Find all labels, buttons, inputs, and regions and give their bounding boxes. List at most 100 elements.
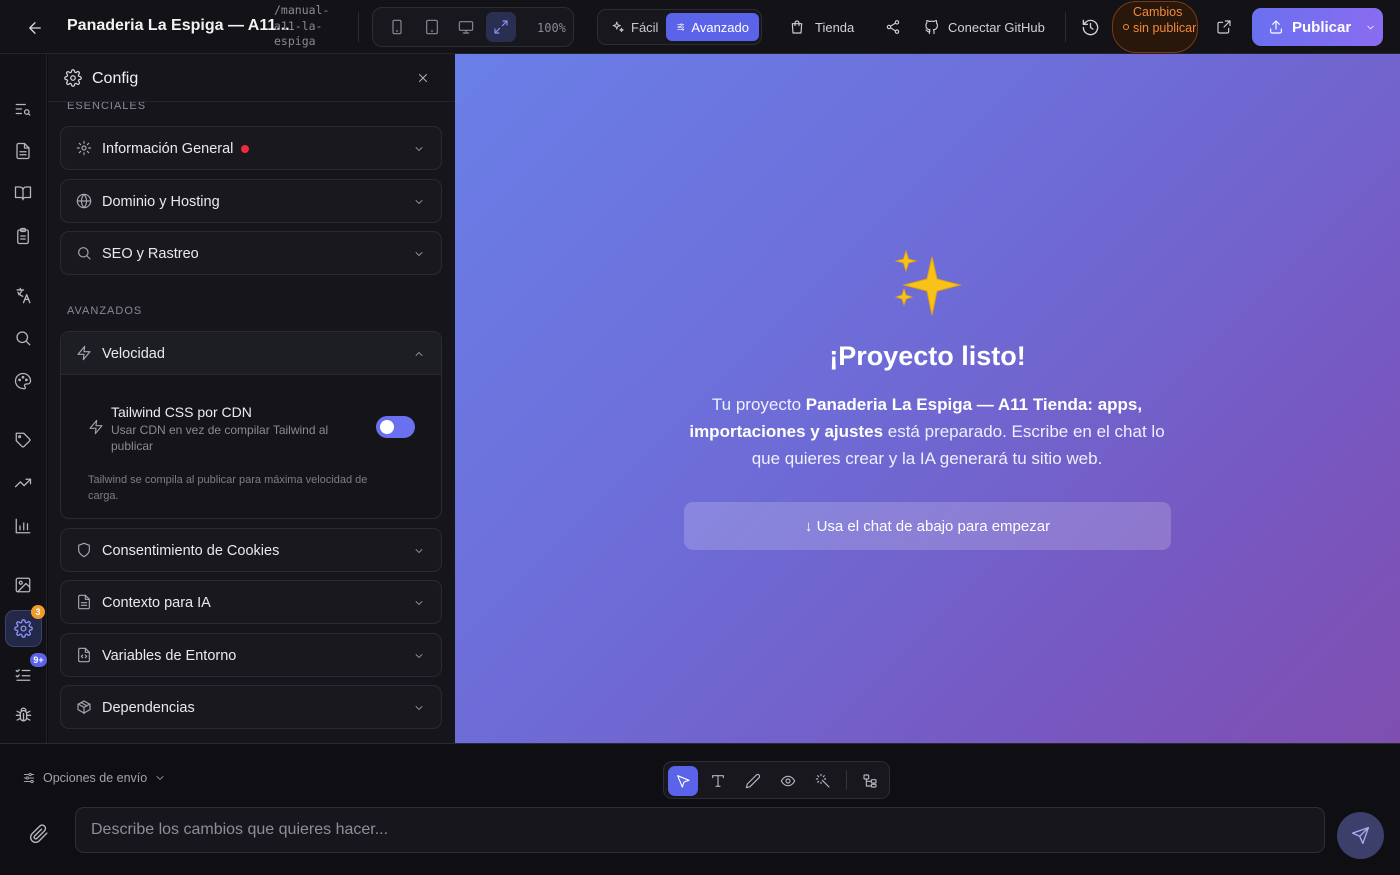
text-tool-button[interactable] bbox=[703, 766, 733, 796]
unsaved-changes-badge[interactable]: Cambios sin publicar bbox=[1112, 1, 1198, 53]
rail-search-list-button[interactable] bbox=[12, 98, 34, 120]
zap-icon bbox=[89, 419, 103, 435]
chevron-down-icon bbox=[415, 200, 423, 204]
rail-tasks-button[interactable] bbox=[12, 664, 34, 686]
desktop-view-button[interactable] bbox=[451, 12, 481, 42]
close-icon bbox=[419, 74, 427, 82]
close-config-button[interactable] bbox=[416, 71, 432, 87]
accordion-label: Contexto para IA bbox=[102, 595, 211, 611]
easy-mode-button[interactable]: Fácil bbox=[601, 13, 668, 41]
rail-media-button[interactable] bbox=[12, 574, 34, 596]
accordion-seo[interactable]: SEO y Rastreo bbox=[60, 231, 442, 275]
accordion-cookies[interactable]: Consentimiento de Cookies bbox=[60, 528, 442, 572]
accordion-env-vars[interactable]: Variables de Entorno bbox=[60, 633, 442, 677]
bug-icon bbox=[15, 707, 31, 722]
share-icon bbox=[886, 20, 900, 34]
open-external-button[interactable] bbox=[1216, 14, 1232, 40]
layout-tree-icon bbox=[863, 774, 877, 788]
tailwind-cdn-toggle[interactable] bbox=[376, 416, 415, 438]
accordion-label: Dominio y Hosting bbox=[102, 194, 220, 210]
sliders-icon bbox=[23, 772, 35, 784]
languages-icon bbox=[15, 287, 31, 303]
shopping-bag-icon bbox=[791, 20, 803, 34]
gear-icon bbox=[14, 619, 33, 638]
mobile-view-button[interactable] bbox=[382, 12, 412, 42]
arrow-left-icon bbox=[29, 22, 41, 34]
preview-tool-button[interactable] bbox=[773, 766, 803, 796]
send-button[interactable] bbox=[1337, 812, 1384, 859]
chevron-down-icon bbox=[156, 776, 164, 780]
tag-icon bbox=[15, 432, 31, 448]
editor-tool-strip bbox=[663, 761, 890, 799]
file-text-icon bbox=[78, 594, 90, 610]
unsaved-dot bbox=[1123, 24, 1129, 30]
chevron-down-icon bbox=[415, 147, 423, 151]
send-options-dropdown[interactable]: Opciones de envío bbox=[22, 771, 166, 785]
eye-icon bbox=[780, 775, 796, 787]
sliders-icon bbox=[677, 23, 685, 31]
publish-button[interactable]: Publicar bbox=[1252, 8, 1383, 46]
tailwind-note: Tailwind se compila al publicar para máx… bbox=[88, 474, 368, 502]
site-preview: ¡Proyecto listo! Tu proyecto Panaderia L… bbox=[455, 54, 1400, 743]
accordion-label: Dependencias bbox=[102, 700, 195, 716]
advanced-mode-button[interactable]: Avanzado bbox=[666, 13, 759, 41]
history-button[interactable] bbox=[1081, 14, 1100, 40]
send-icon bbox=[1351, 826, 1370, 845]
chevron-down-icon bbox=[415, 549, 423, 553]
zoom-level[interactable]: 100% bbox=[537, 21, 566, 35]
back-button[interactable] bbox=[22, 15, 48, 41]
rail-docs-button[interactable] bbox=[12, 182, 34, 204]
layout-tool-button[interactable] bbox=[855, 766, 885, 796]
tablet-icon bbox=[426, 19, 438, 35]
attach-file-button[interactable] bbox=[29, 824, 51, 846]
chat-input[interactable] bbox=[75, 807, 1325, 853]
tablet-view-button[interactable] bbox=[417, 12, 447, 42]
rail-trends-button[interactable] bbox=[12, 472, 34, 494]
package-icon bbox=[77, 700, 91, 715]
list-checks-icon bbox=[15, 669, 31, 681]
github-icon bbox=[925, 19, 938, 35]
connect-github-button[interactable]: Conectar GitHub bbox=[924, 14, 1045, 40]
accordion-speed-header[interactable]: Velocidad bbox=[61, 332, 441, 375]
draw-tool-button[interactable] bbox=[738, 766, 768, 796]
rail-tags-button[interactable] bbox=[12, 429, 34, 451]
rail-pages-button[interactable] bbox=[12, 140, 34, 162]
store-label: Tienda bbox=[815, 19, 855, 35]
accordion-label: Velocidad bbox=[102, 346, 165, 362]
gear-icon bbox=[64, 69, 82, 87]
sparkles-icon bbox=[612, 21, 624, 33]
magic-tool-button[interactable] bbox=[808, 766, 838, 796]
rail-translate-button[interactable] bbox=[12, 284, 34, 306]
send-options-label: Opciones de envío bbox=[43, 771, 148, 785]
select-tool-button[interactable] bbox=[668, 766, 698, 796]
shield-icon bbox=[78, 542, 90, 558]
fullscreen-view-button[interactable] bbox=[486, 12, 516, 42]
divider bbox=[846, 770, 847, 790]
globe-icon bbox=[76, 193, 92, 209]
accordion-domain-hosting[interactable]: Dominio y Hosting bbox=[60, 179, 442, 223]
tasks-badge: 9+ bbox=[30, 653, 47, 667]
accordion-general-info[interactable]: Información General bbox=[60, 126, 442, 170]
rail-analytics-button[interactable] bbox=[12, 515, 34, 537]
gear-icon bbox=[76, 140, 92, 156]
zap-icon bbox=[77, 345, 91, 361]
rail-search-button[interactable] bbox=[12, 327, 34, 349]
advanced-section-label: AVANZADOS bbox=[67, 305, 143, 317]
rail-theme-button[interactable] bbox=[12, 370, 34, 392]
editor-mode-toggle: Fácil Avanzado bbox=[597, 9, 762, 45]
accordion-ai-context[interactable]: Contexto para IA bbox=[60, 580, 442, 624]
config-panel: Config ESENCIALES Información General Do… bbox=[48, 54, 455, 743]
rail-clipboard-button[interactable] bbox=[12, 225, 34, 247]
rail-debug-button[interactable] bbox=[12, 703, 34, 725]
share-button[interactable] bbox=[885, 14, 901, 40]
bar-chart-icon bbox=[15, 518, 31, 534]
toggle-knob bbox=[380, 420, 394, 434]
chevron-down-icon bbox=[415, 252, 423, 256]
advanced-mode-label: Avanzado bbox=[691, 19, 749, 35]
book-open-icon bbox=[14, 186, 32, 201]
store-button[interactable]: Tienda bbox=[789, 14, 854, 40]
history-icon bbox=[1082, 19, 1099, 35]
project-slug: /manual-a11-la-espiga bbox=[274, 3, 330, 48]
left-icon-rail: 3 9+ bbox=[0, 54, 47, 743]
accordion-dependencies[interactable]: Dependencias bbox=[60, 685, 442, 729]
